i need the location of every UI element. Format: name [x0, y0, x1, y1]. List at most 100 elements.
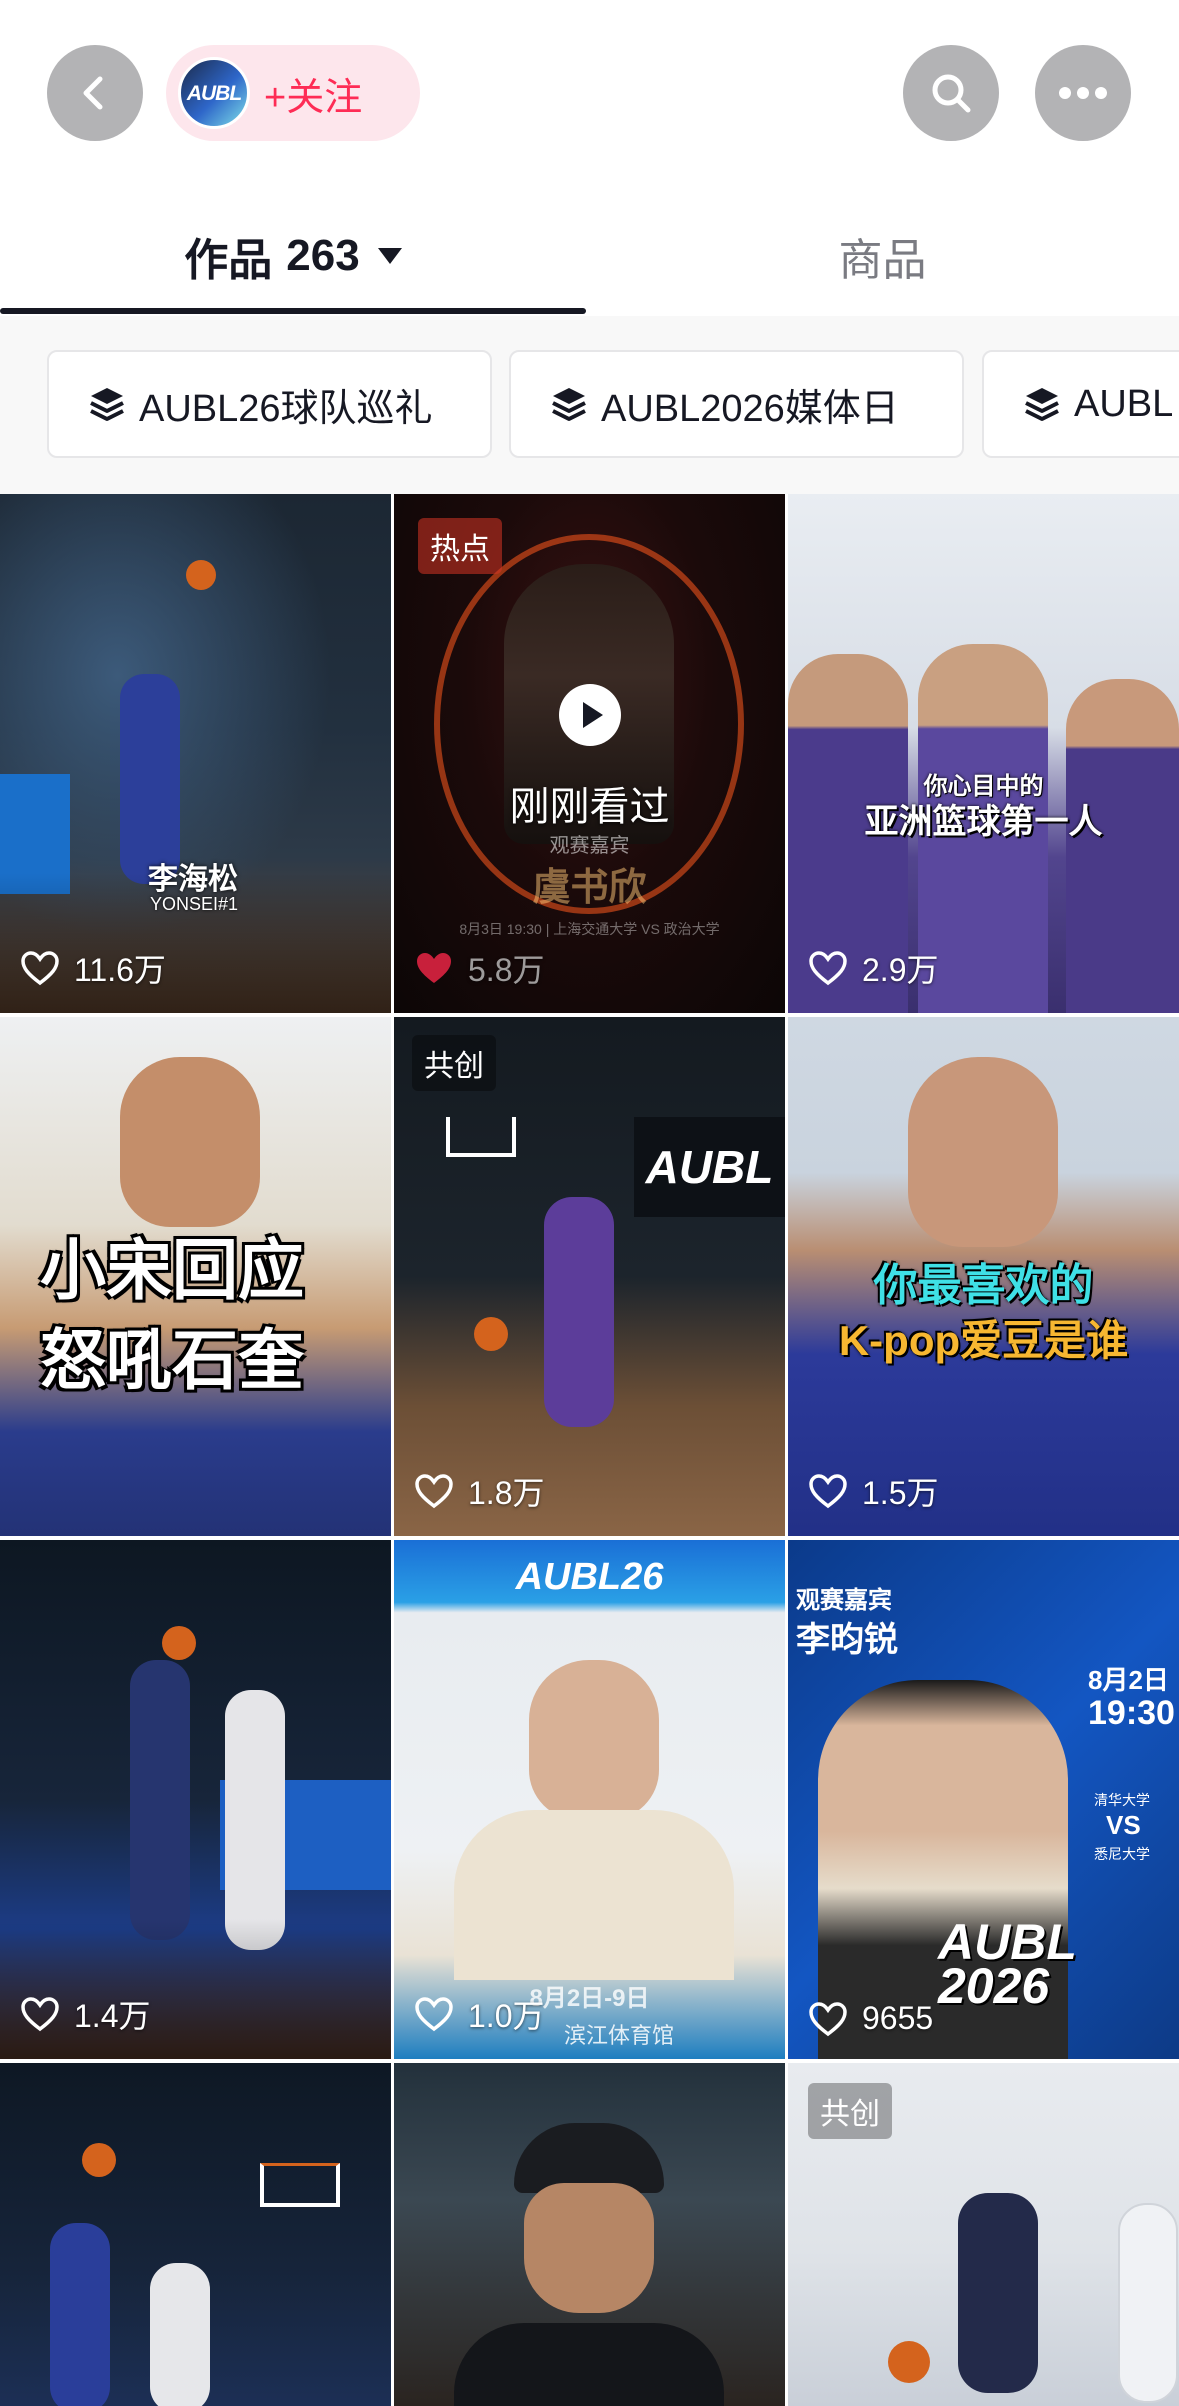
player-2	[225, 1690, 285, 1950]
like-count-text: 11.6万	[74, 952, 166, 988]
heart-outline-icon	[809, 2001, 847, 2036]
profile-tabs: 作品 263 商品	[0, 196, 1179, 512]
tab-works-label: 作品	[184, 236, 273, 285]
basketball	[186, 560, 216, 590]
person-body	[454, 2323, 724, 2406]
like-count: 1.0万	[414, 1991, 545, 2037]
collection-chip-label: AUBL	[1074, 382, 1174, 425]
avatar[interactable]: AUBL	[178, 57, 250, 129]
guest-portrait	[529, 1660, 659, 1820]
team-2: 悉尼大学	[1094, 1846, 1150, 1862]
video-tile[interactable]: AUBL26 8月2日-9日 滨江体育馆 1.0万	[394, 1540, 785, 2059]
hoop	[260, 2163, 340, 2207]
back-icon	[83, 76, 103, 110]
layers-icon	[552, 388, 586, 421]
tab-goods[interactable]: 商品	[586, 196, 1179, 316]
like-count: 1.4万	[20, 1991, 151, 2037]
collections-row[interactable]: AUBL26球队巡礼 AUBL2026媒体日 AUBL	[0, 316, 1179, 494]
event-venue: 滨江体育馆	[564, 2023, 675, 2048]
video-tile[interactable]: 你最喜欢的 K-pop爱豆是谁 1.5万	[788, 1017, 1179, 1536]
like-count: 11.6万	[20, 945, 166, 991]
heart-outline-icon	[415, 1997, 453, 2032]
overlay-line-1: 你最喜欢的	[873, 1261, 1094, 1310]
caret-down-icon[interactable]	[377, 248, 402, 264]
tile-shade	[0, 1919, 391, 2059]
like-count: 1.5万	[808, 1468, 939, 1514]
player-2	[1118, 2203, 1178, 2403]
event-info: 8月3日 19:30 | 上海交通大学 VS 政治大学	[459, 921, 720, 937]
match-date: 8月2日	[1088, 1665, 1169, 1695]
heart-outline-icon	[415, 1474, 453, 1509]
like-count-text: 1.4万	[74, 1998, 151, 2034]
like-count: 2.9万	[808, 945, 939, 991]
video-tile[interactable]: 热点 刚刚看过 观赛嘉宾 虞书欣 8月3日 19:30 | 上海交通大学 VS …	[394, 494, 785, 1013]
player-portrait	[120, 1057, 260, 1227]
player-2	[150, 2263, 210, 2406]
co-create-tag: 共创	[412, 1035, 496, 1091]
like-count-text: 9655	[862, 2000, 934, 2036]
video-tile[interactable]: 李海松 YONSEI#1 11.6万	[0, 494, 391, 1013]
like-count: 1.8万	[414, 1468, 545, 1514]
player-portrait	[908, 1057, 1058, 1247]
team-1: 清华大学	[1094, 1792, 1150, 1808]
collection-chip[interactable]: AUBL26球队巡礼	[47, 350, 492, 458]
profile-header: AUBL +关注	[0, 0, 1179, 186]
basketball	[888, 2341, 930, 2383]
tab-goods-label: 商品	[838, 236, 927, 285]
like-count: 9655	[808, 2000, 933, 2037]
video-tile[interactable]	[394, 2063, 785, 2406]
player-1	[958, 2193, 1038, 2393]
aubl26-banner: AUBL26	[515, 1556, 664, 1598]
guest-subtitle: 观赛嘉宾	[796, 1587, 892, 1614]
more-icon	[1059, 87, 1107, 99]
like-count: 5.8万	[414, 945, 545, 991]
like-count-text: 1.8万	[468, 1475, 545, 1511]
follow-button[interactable]: AUBL +关注	[166, 45, 420, 141]
collection-chip[interactable]: AUBL	[982, 350, 1179, 458]
player-figure	[544, 1197, 614, 1427]
video-tile[interactable]: 1.4万	[0, 1540, 391, 2059]
basketball	[474, 1317, 508, 1351]
back-button[interactable]	[47, 45, 143, 141]
video-tile[interactable]: 共创	[788, 2063, 1179, 2406]
hoop	[446, 1117, 516, 1157]
avatar-logo-text: AUBL	[186, 81, 242, 105]
player-1	[130, 1660, 190, 1940]
collection-chip[interactable]: AUBL2026媒体日	[509, 350, 964, 458]
like-count-text: 1.5万	[862, 1475, 939, 1511]
more-button[interactable]	[1035, 45, 1131, 141]
search-icon	[932, 74, 971, 113]
guest-shirt	[454, 1810, 734, 1980]
overlay-line-1: 小宋回应	[40, 1233, 304, 1307]
tab-works[interactable]: 作品 263	[0, 196, 586, 316]
person-face	[524, 2183, 654, 2313]
video-tile[interactable]: 观赛嘉宾 李昀锐 8月2日 19:30 清华大学 VS 悉尼大学 AUBL 20…	[788, 1540, 1179, 2059]
video-tile[interactable]: 小宋回应 怒吼石奎	[0, 1017, 391, 1536]
player-name-caption: 李海松	[148, 863, 238, 896]
video-tile[interactable]: 你心目中的 亚洲篮球第一人 2.9万	[788, 494, 1179, 1013]
basketball	[82, 2143, 116, 2177]
collection-chip-label: AUBL26球队巡礼	[139, 387, 433, 430]
search-button[interactable]	[903, 45, 999, 141]
heart-outline-icon	[21, 951, 59, 986]
collection-chip-label: AUBL2026媒体日	[601, 387, 899, 430]
aubl-logo-board: AUBL	[634, 1117, 785, 1217]
match-vs: VS	[1106, 1810, 1141, 1840]
overlay-main-text: 亚洲篮球第一人	[864, 803, 1103, 841]
video-grid: 李海松 YONSEI#1 11.6万 热点 刚刚看过 观赛嘉宾 虞书欣 8月3日…	[0, 494, 1179, 2406]
heart-outline-icon	[809, 951, 847, 986]
overlay-line-2: K-pop爱豆是谁	[838, 1317, 1129, 1364]
active-tab-indicator	[0, 308, 586, 314]
guest-name: 虞书欣	[532, 867, 647, 909]
player-3	[1066, 679, 1179, 1013]
video-tile[interactable]	[0, 2063, 391, 2406]
player-team-caption: YONSEI#1	[150, 894, 239, 914]
heart-filled-icon	[417, 953, 451, 983]
guest-subtitle: 观赛嘉宾	[549, 835, 630, 857]
aubl-2026-logo: AUBL 2026	[938, 1914, 1076, 2014]
like-count-text: 5.8万	[468, 952, 545, 988]
video-tile[interactable]: AUBL 共创 1.8万	[394, 1017, 785, 1536]
tab-works-count: 263	[286, 231, 360, 280]
player-1	[50, 2223, 110, 2406]
guest-name: 李昀锐	[796, 1621, 898, 1659]
